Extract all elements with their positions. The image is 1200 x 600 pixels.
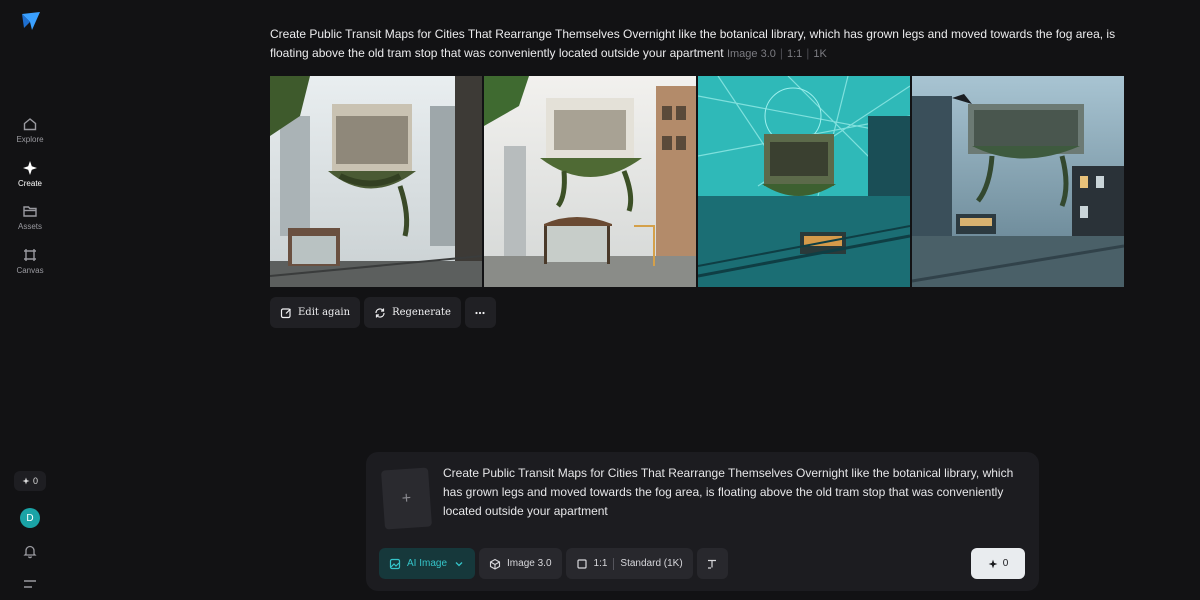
result-prompt: Create Public Transit Maps for Cities Th…	[270, 25, 1130, 64]
meta-divider: |	[806, 46, 810, 60]
reference-image-upload[interactable]: +	[380, 467, 433, 530]
result-ratio: 1:1	[787, 48, 803, 60]
text-format-icon	[708, 559, 717, 569]
text-style-button[interactable]	[696, 548, 728, 579]
edit-again-label: Edit again	[298, 307, 351, 318]
quality-label: Standard (1K)	[620, 558, 683, 569]
sidebar-item-label: Assets	[17, 222, 42, 231]
generate-cost: 0	[1002, 558, 1009, 569]
plus-icon: +	[401, 489, 412, 507]
result-image-3[interactable]	[698, 76, 910, 287]
refresh-icon	[375, 307, 385, 318]
result-actions: Edit again Regenerate	[270, 297, 496, 328]
result-image-2[interactable]	[484, 76, 696, 287]
canvas-icon	[24, 249, 36, 261]
more-icon	[475, 311, 485, 314]
sidebar-item-canvas[interactable]: Canvas	[0, 247, 60, 275]
avatar-initial: D	[26, 512, 34, 524]
divider	[613, 557, 615, 570]
avatar[interactable]: D	[20, 508, 40, 528]
sparkle-icon	[22, 477, 30, 485]
result-image-4[interactable]	[912, 76, 1124, 287]
sidebar-item-label: Canvas	[16, 266, 44, 275]
app-logo-icon[interactable]	[20, 10, 42, 32]
regenerate-button[interactable]: Regenerate	[364, 297, 461, 328]
result-image-1[interactable]	[270, 76, 482, 287]
generate-button[interactable]: 0	[971, 548, 1025, 579]
more-options-button[interactable]	[464, 297, 496, 328]
result-resolution: 1K	[813, 48, 827, 60]
prompt-composer: + Create Public Transit Maps for Cities …	[366, 452, 1039, 591]
cube-icon	[489, 558, 501, 570]
ratio-quality-selector[interactable]: 1:1 Standard (1K)	[565, 548, 693, 579]
edit-again-button[interactable]: Edit again	[270, 297, 361, 328]
meta-divider: |	[779, 46, 783, 60]
mode-label: AI Image	[407, 558, 448, 569]
result-prompt-text: Create Public Transit Maps for Cities Th…	[270, 27, 1116, 60]
credits-badge[interactable]: 0	[14, 471, 46, 491]
model-label: Image 3.0	[507, 558, 552, 569]
image-icon	[389, 558, 401, 569]
mode-selector[interactable]: AI Image	[379, 548, 476, 579]
prompt-input[interactable]: Create Public Transit Maps for Cities Th…	[443, 464, 1023, 521]
model-selector[interactable]: Image 3.0	[479, 548, 562, 579]
chevron-down-icon	[455, 561, 463, 566]
square-ratio-icon	[576, 558, 587, 569]
regenerate-label: Regenerate	[392, 307, 451, 318]
result-model: Image 3.0	[726, 48, 776, 60]
folder-icon	[23, 206, 37, 217]
sidebar-item-assets[interactable]: Assets	[0, 203, 60, 231]
sidebar-item-label: Explore	[16, 135, 44, 144]
composer-toolbar: AI Image Image 3.0 1:1 Standard (1K)	[379, 548, 728, 579]
sidebar-item-explore[interactable]: Explore	[0, 116, 60, 144]
home-icon	[23, 118, 37, 131]
sidebar-item-label: Create	[17, 179, 42, 188]
sparkle-icon	[988, 559, 998, 568]
sparkle-icon	[23, 161, 37, 175]
menu-icon[interactable]	[22, 577, 38, 591]
credits-count: 0	[32, 476, 38, 486]
sidebar-item-create[interactable]: Create	[0, 160, 60, 188]
sidebar: Explore Create Assets Canvas 0 D	[0, 0, 60, 600]
bell-icon[interactable]	[22, 543, 38, 559]
edit-icon	[280, 307, 291, 318]
ratio-label: 1:1	[593, 558, 608, 569]
result-gallery	[270, 76, 1124, 287]
